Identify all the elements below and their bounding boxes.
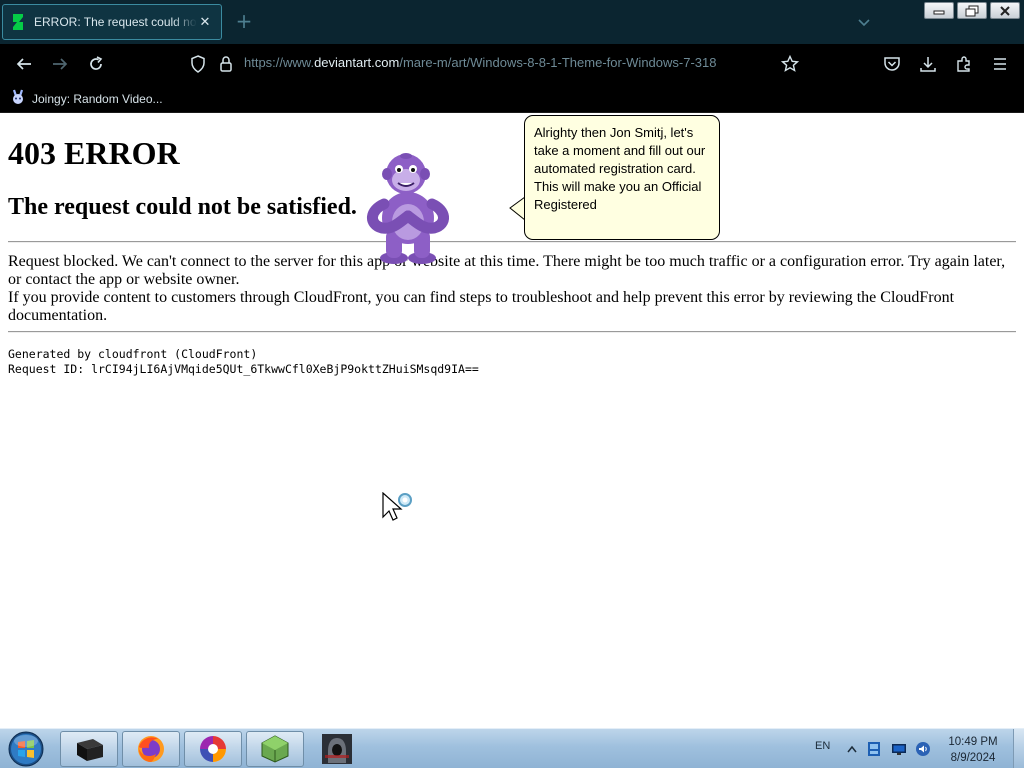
green-cube-app-icon[interactable] [246,731,304,767]
divider [8,331,1016,333]
error-subheading: The request could not be satisfied. [8,194,357,220]
address-bar[interactable]: https://www.deviantart.com/mare-m/art/Wi… [244,55,768,73]
url-prefix: https://www. [244,55,315,70]
network-flag-icon[interactable] [866,741,882,757]
restore-button[interactable] [957,2,987,19]
purple-gorilla-assistant[interactable] [364,150,454,268]
show-hidden-icons-arrow[interactable] [844,741,860,757]
tab-title: ERROR: The request could not be satisfie… [34,15,197,29]
clock-time: 10:49 PM [948,736,998,748]
new-tab-button[interactable]: + [234,10,254,34]
language-indicator[interactable]: EN [815,740,830,752]
deviantart-icon [11,14,25,30]
taskbar: EN 10:49 PM 8/9/2024 [0,728,1024,768]
url-domain: deviantart.com [314,55,400,70]
speech-balloon-text: Alrighty then Jon Smitj, let's take a mo… [534,125,706,212]
firefox-icon[interactable] [122,731,180,767]
shield-icon[interactable] [188,54,208,74]
black-box-app-icon[interactable] [60,731,118,767]
generated-by-text: Generated by cloudfront (CloudFront) [8,347,258,361]
bookmark-item[interactable]: Joingy: Random Video... [10,89,163,108]
active-tab[interactable]: ERROR: The request could not be satisfie… [2,4,222,40]
speech-balloon[interactable]: Alrighty then Jon Smitj, let's take a mo… [524,115,720,240]
chevron-down-icon[interactable] [854,12,874,32]
windows-start-orb[interactable] [5,730,47,768]
navigation-toolbar: https://www.deviantart.com/mare-m/art/Wi… [0,44,1024,84]
reload-icon[interactable] [86,54,106,74]
hooded-figure-app-icon[interactable] [308,731,366,767]
swirl-browser-icon[interactable] [184,731,242,767]
system-clock[interactable]: 10:49 PM 8/9/2024 [940,734,1006,766]
lock-icon[interactable] [216,54,236,74]
monitor-icon[interactable] [891,741,907,757]
minimize-button[interactable] [924,2,954,19]
back-icon[interactable] [14,54,34,74]
clock-date: 8/9/2024 [950,752,996,764]
bookmark-label: Joingy: Random Video... [32,91,163,106]
bookmarks-toolbar: Joingy: Random Video... [0,84,1024,113]
rabbit-icon [10,89,26,109]
forward-icon[interactable] [50,54,70,74]
error-message: Request blocked. We can't connect to the… [8,253,1006,288]
request-id-text: Request ID: lrCI94jLI6AjVMqide5QUt_6Tkww… [8,362,479,376]
url-path: /mare-m/art/Windows-8-8-1-Theme-for-Wind… [399,55,717,70]
close-window-button[interactable] [990,2,1020,19]
pocket-icon[interactable] [882,54,902,74]
extensions-icon[interactable] [954,54,974,74]
browser-tab-strip: ERROR: The request could not be satisfie… [0,0,1024,44]
menu-icon[interactable] [990,54,1010,74]
bookmark-star-icon[interactable] [780,54,800,74]
window-controls [924,2,1020,19]
cloudfront-help-text: If you provide content to customers thro… [8,289,955,324]
error-heading: 403 ERROR [8,135,180,171]
volume-icon[interactable] [915,741,931,757]
divider [8,241,1016,243]
download-icon[interactable] [918,54,938,74]
show-desktop-button[interactable] [1013,729,1024,768]
close-icon[interactable]: ✕ [197,14,213,30]
